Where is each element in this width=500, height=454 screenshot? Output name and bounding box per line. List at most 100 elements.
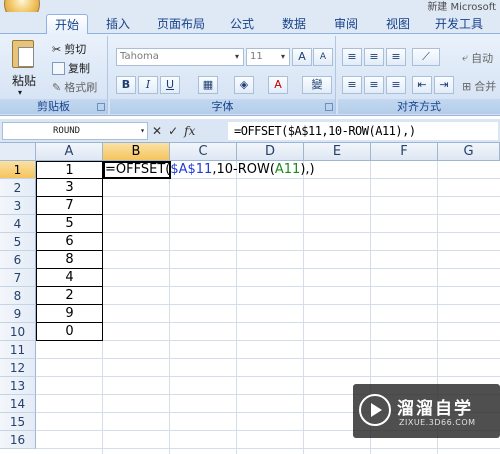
cut-button[interactable]: ✂ 剪切 [52,41,86,57]
copy-button[interactable]: 复制 [52,60,90,76]
cell-a2[interactable]: 3 [36,179,103,197]
cell-a5[interactable]: 6 [36,233,103,251]
paste-icon[interactable] [12,40,34,68]
column-header-a[interactable]: A [36,143,103,161]
cell-a6[interactable]: 8 [36,251,103,269]
align-right-icon: ≡ [391,78,401,91]
merge-icon: ⊞ [462,79,472,93]
tab-data[interactable]: 数据 [274,14,314,34]
underline-button[interactable]: U [160,76,180,94]
paste-button[interactable]: 粘贴 [12,72,36,89]
fill-bucket-icon: ◈ [239,78,249,91]
borders-button[interactable]: ▦ [198,76,218,94]
tab-developer[interactable]: 开发工具 [428,14,490,34]
bold-button[interactable]: B [116,76,136,94]
cell-a3[interactable]: 7 [36,197,103,215]
cell-a4[interactable]: 5 [36,215,103,233]
phonetic-button[interactable]: 變 [302,76,332,94]
row-header[interactable]: 1 [0,161,36,179]
fill-color-button[interactable]: ◈ [234,76,254,94]
name-box-dropdown-icon[interactable]: ▾ [140,123,145,139]
column-header-b[interactable]: B [103,143,170,161]
alignment-group: ≡ ≡ ≡ ⟋ ≡ ≡ ≡ ⇤ ⇥ ⤶ 自动 ⊞ 合并 对齐方式 [338,36,500,114]
copy-icon [52,61,65,75]
row-header[interactable]: 8 [0,287,36,305]
align-left-icon: ≡ [347,78,357,91]
align-center-button[interactable]: ≡ [364,76,384,94]
select-all-corner[interactable] [0,143,36,161]
row-header[interactable]: 12 [0,359,36,377]
cut-label: 剪切 [64,43,87,56]
align-top-button[interactable]: ≡ [342,48,362,66]
cell-a1[interactable]: 1 [36,161,103,179]
column-header-d[interactable]: D [237,143,304,161]
paste-dropdown-icon[interactable]: ▾ [18,88,22,97]
formula-input[interactable]: =OFFSET($A$11,10-ROW(A11),) [228,122,498,140]
grow-font-button[interactable]: A [292,48,312,66]
increase-indent-button[interactable]: ⇥ [434,76,454,94]
copy-label: 复制 [68,62,90,75]
row-header[interactable]: 15 [0,413,36,431]
format-painter-button[interactable]: ✎ 格式刷 [52,79,97,95]
row-header[interactable]: 3 [0,197,36,215]
tab-page-layout[interactable]: 页面布局 [150,14,212,34]
row-header[interactable]: 7 [0,269,36,287]
tab-insert[interactable]: 插入 [98,14,138,34]
name-box[interactable]: ROUND ▾ [2,122,148,140]
font-size-select[interactable]: 11 ▾ [246,48,290,66]
row-header[interactable]: 9 [0,305,36,323]
row-header[interactable]: 2 [0,179,36,197]
wrap-text-icon: ⤶ [462,51,469,64]
column-header-g[interactable]: G [438,143,500,161]
formula-bar: ROUND ▾ ✕ ✓ fx =OFFSET($A$11,10-ROW(A11)… [0,119,500,143]
tab-home[interactable]: 开始 [46,14,88,35]
font-name-select[interactable]: Tahoma ▾ [116,48,244,66]
clipboard-launcher-icon[interactable] [97,103,105,111]
edit-part: =OFFSET( [105,162,171,177]
wrap-text-label: 自动 [471,52,494,65]
column-header-e[interactable]: E [304,143,371,161]
edit-part: ,10-ROW( [212,162,275,177]
ribbon: 粘贴 ▾ ✂ 剪切 复制 ✎ 格式刷 剪贴板 Tahoma ▾ 11 ▾ A A… [0,34,500,116]
row-header[interactable]: 6 [0,251,36,269]
align-middle-button[interactable]: ≡ [364,48,384,66]
row-header[interactable]: 10 [0,323,36,341]
align-middle-icon: ≡ [369,50,379,63]
font-name-value: Tahoma [120,51,159,62]
tab-review[interactable]: 审阅 [326,14,366,34]
cancel-icon[interactable]: ✕ [152,124,162,138]
increase-indent-icon: ⇥ [439,78,449,91]
italic-button[interactable]: I [138,76,158,94]
font-launcher-icon[interactable] [325,103,333,111]
row-header[interactable]: 4 [0,215,36,233]
row-header[interactable]: 11 [0,341,36,359]
enter-icon[interactable]: ✓ [168,124,178,138]
cell-b1-editor[interactable]: =OFFSET($A$11,10-ROW(A11),) [103,161,315,179]
cell-a9[interactable]: 9 [36,305,103,323]
merge-button[interactable]: ⊞ 合并 [462,78,496,94]
shrink-font-button[interactable]: A [313,48,333,66]
font-size-dropdown-icon: ▾ [280,52,285,61]
wrap-text-button[interactable]: ⤶ 自动 [462,50,493,66]
edit-ref-absolute: $A$11 [170,162,213,177]
tab-view[interactable]: 视图 [378,14,418,34]
row-header[interactable]: 5 [0,233,36,251]
insert-function-icon[interactable]: fx [184,124,195,138]
align-right-button[interactable]: ≡ [386,76,406,94]
name-box-value: ROUND [53,126,81,136]
font-size-value: 11 [250,51,263,62]
decrease-indent-button[interactable]: ⇤ [412,76,432,94]
cell-a8[interactable]: 2 [36,287,103,305]
column-header-f[interactable]: F [371,143,438,161]
column-header-c[interactable]: C [170,143,237,161]
tab-formulas[interactable]: 公式 [222,14,262,34]
row-header[interactable]: 13 [0,377,36,395]
align-bottom-button[interactable]: ≡ [386,48,406,66]
font-color-button[interactable]: A [268,76,288,94]
row-header[interactable]: 16 [0,431,36,449]
cell-a7[interactable]: 4 [36,269,103,287]
orientation-button[interactable]: ⟋ [412,48,440,66]
row-header[interactable]: 14 [0,395,36,413]
cell-a10[interactable]: 0 [36,323,103,341]
align-left-button[interactable]: ≡ [342,76,362,94]
